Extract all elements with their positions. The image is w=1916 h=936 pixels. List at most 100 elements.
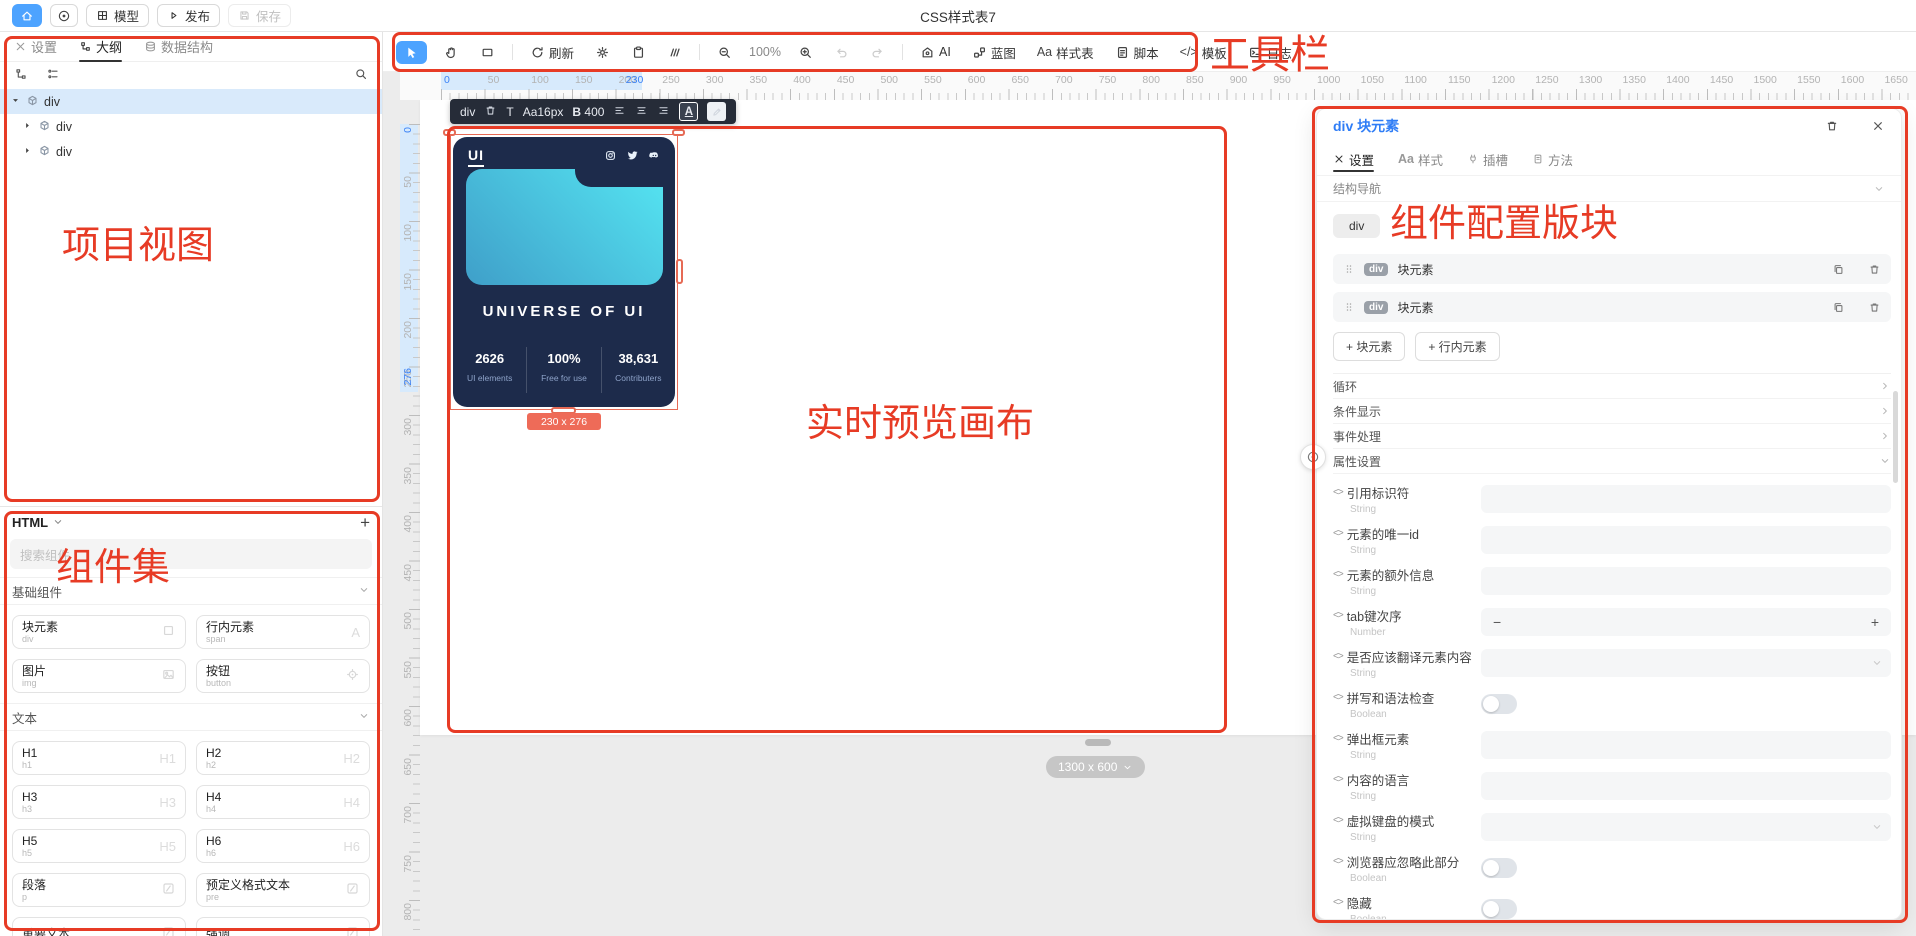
inspector-tab-设置[interactable]: 设置 — [1333, 143, 1374, 175]
component-card-h6[interactable]: H6h6H6 — [196, 829, 370, 863]
history-button[interactable] — [50, 4, 78, 27]
copy-icon[interactable] — [1832, 301, 1845, 314]
property-toggle[interactable] — [1481, 694, 1517, 714]
template-button[interactable]: </>模板 — [1176, 40, 1231, 65]
property-input[interactable] — [1481, 485, 1891, 513]
inspector-tab-样式[interactable]: Aa样式 — [1398, 143, 1443, 175]
stepper-plus-button[interactable]: + — [1871, 614, 1879, 630]
align-left-button[interactable] — [613, 104, 626, 120]
property-toggle[interactable] — [1481, 899, 1517, 919]
inspector-tab-插槽[interactable]: 插槽 — [1467, 143, 1508, 175]
component-card-强调[interactable]: 强调 — [196, 917, 370, 936]
discord-icon[interactable] — [648, 149, 661, 165]
select-tool[interactable] — [396, 41, 427, 64]
property-select[interactable] — [1481, 813, 1891, 841]
viewport-size-select[interactable]: 1300 x 600 — [1046, 756, 1145, 778]
trash-icon[interactable] — [1868, 301, 1881, 314]
property-input[interactable] — [1481, 731, 1891, 759]
component-section-基础组件[interactable]: 基础组件 — [0, 577, 382, 605]
font-size-button[interactable]: Aa16px — [523, 105, 564, 119]
caret-down-icon[interactable] — [10, 95, 21, 109]
component-card-重要文本[interactable]: 重要文本 — [12, 917, 186, 936]
sidebar-tab-大纲[interactable]: 大纲 — [79, 32, 122, 61]
component-card-h2[interactable]: H2h2H2 — [196, 741, 370, 775]
发布-button[interactable]: 发布 — [157, 4, 220, 27]
canvas-resize-handle[interactable] — [1085, 739, 1111, 746]
clipboard-button[interactable] — [627, 42, 650, 63]
script-button[interactable]: 脚本 — [1111, 40, 1163, 65]
drag-handle-icon[interactable] — [1343, 301, 1355, 313]
component-card-h3[interactable]: H3h3H3 — [12, 785, 186, 819]
component-card-h4[interactable]: H4h4H4 — [196, 785, 370, 819]
component-card-div[interactable]: 块元素div — [12, 615, 186, 649]
component-section-文本[interactable]: 文本 — [0, 703, 382, 731]
模型-button[interactable]: 模型 — [86, 4, 149, 27]
structure-nav-row[interactable]: 结构导航 — [1317, 175, 1901, 202]
section-row-循环[interactable]: 循环 — [1333, 374, 1891, 399]
close-icon[interactable] — [1855, 119, 1885, 133]
property-stepper[interactable]: −+ — [1481, 608, 1891, 636]
property-toggle[interactable] — [1481, 858, 1517, 878]
frame-tool[interactable] — [476, 42, 499, 63]
zoom-in-button[interactable] — [794, 42, 817, 63]
component-card-img[interactable]: 图片img — [12, 659, 186, 693]
section-row-事件处理[interactable]: 事件处理 — [1333, 424, 1891, 449]
align-center-button[interactable] — [635, 104, 648, 120]
sidebar-tab-设置[interactable]: 设置 — [14, 32, 57, 61]
stylesheet-button[interactable]: Aa样式表 — [1033, 40, 1098, 65]
inspector-tab-方法[interactable]: 方法 — [1532, 143, 1573, 175]
property-input[interactable] — [1481, 526, 1891, 554]
sidebar-tab-数据结构[interactable]: 数据结构 — [144, 32, 213, 61]
zoom-out-button[interactable] — [713, 42, 736, 63]
log-button[interactable]: 日志 — [1244, 40, 1296, 65]
trash-icon[interactable] — [1809, 119, 1839, 133]
tree-node[interactable]: div — [0, 139, 382, 164]
edit-style-button[interactable] — [707, 102, 726, 121]
component-card-h5[interactable]: H5h5H5 — [12, 829, 186, 863]
guides-button[interactable] — [663, 42, 686, 63]
text-color-button[interactable]: A — [679, 102, 698, 121]
instagram-icon[interactable] — [604, 149, 617, 165]
panel-collapse-button[interactable] — [1300, 444, 1326, 470]
add-element-button[interactable]: + 块元素 — [1333, 332, 1405, 361]
root-element-chip[interactable]: div — [1333, 214, 1380, 238]
child-element-row[interactable]: div块元素 — [1333, 254, 1891, 284]
add-element-button[interactable]: + 行内元素 — [1415, 332, 1499, 361]
component-card-h1[interactable]: H1h1H1 — [12, 741, 186, 775]
component-card-pre[interactable]: 预定义格式文本pre — [196, 873, 370, 907]
preview-card[interactable]: UI UNIVERSE OF UI 2626UI elements100%Fre… — [453, 137, 675, 407]
child-element-row[interactable]: div块元素 — [1333, 292, 1891, 322]
ai-button[interactable]: AI — [916, 42, 955, 63]
caret-right-icon[interactable] — [22, 120, 33, 134]
twitter-icon[interactable] — [626, 149, 639, 165]
property-input[interactable] — [1481, 772, 1891, 800]
text-tool-button[interactable]: T — [506, 105, 513, 119]
caret-right-icon[interactable] — [22, 145, 33, 159]
tree-toolbar-list-settings-button[interactable] — [46, 67, 60, 84]
tree-search-button[interactable] — [354, 67, 368, 84]
refresh-button[interactable]: 刷新 — [526, 40, 578, 65]
component-card-span[interactable]: 行内元素spanA — [196, 615, 370, 649]
canvas-settings-button[interactable] — [591, 42, 614, 63]
library-select[interactable]: HTML — [12, 515, 48, 530]
add-library-button[interactable]: + — [360, 514, 370, 531]
copy-icon[interactable] — [1832, 263, 1845, 276]
font-weight-button[interactable]: B 400 — [572, 105, 604, 119]
trash-icon[interactable] — [1868, 263, 1881, 276]
property-select[interactable] — [1481, 649, 1891, 677]
home-button[interactable] — [12, 4, 42, 27]
component-card-p[interactable]: 段落p — [12, 873, 186, 907]
section-row-条件显示[interactable]: 条件显示 — [1333, 399, 1891, 424]
section-row-属性设置[interactable]: 属性设置 — [1333, 449, 1891, 474]
trash-icon[interactable] — [484, 104, 497, 120]
component-card-button[interactable]: 按钮button — [196, 659, 370, 693]
component-search-input[interactable]: 搜索组件 — [10, 539, 372, 569]
tree-node[interactable]: div — [0, 114, 382, 139]
tree-node[interactable]: div — [0, 89, 382, 114]
stepper-minus-button[interactable]: − — [1493, 614, 1501, 630]
property-input[interactable] — [1481, 567, 1891, 595]
tree-toolbar-tree-button[interactable] — [14, 67, 28, 84]
align-right-button[interactable] — [657, 104, 670, 120]
scrollbar-thumb[interactable] — [1893, 391, 1898, 483]
drag-handle-icon[interactable] — [1343, 263, 1355, 275]
